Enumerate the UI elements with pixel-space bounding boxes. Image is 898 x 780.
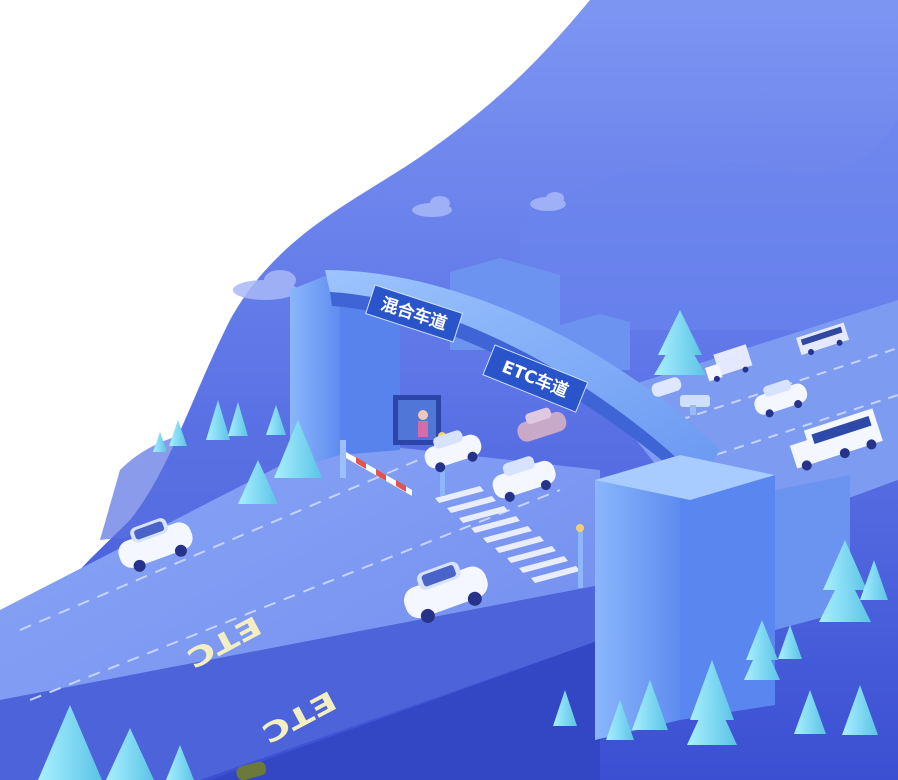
etc-toll-illustration: ETC ETC 混合车道 ETC车道 <box>0 0 898 780</box>
gantry-right-pillar <box>595 455 680 740</box>
toll-booth-icon <box>393 395 441 445</box>
